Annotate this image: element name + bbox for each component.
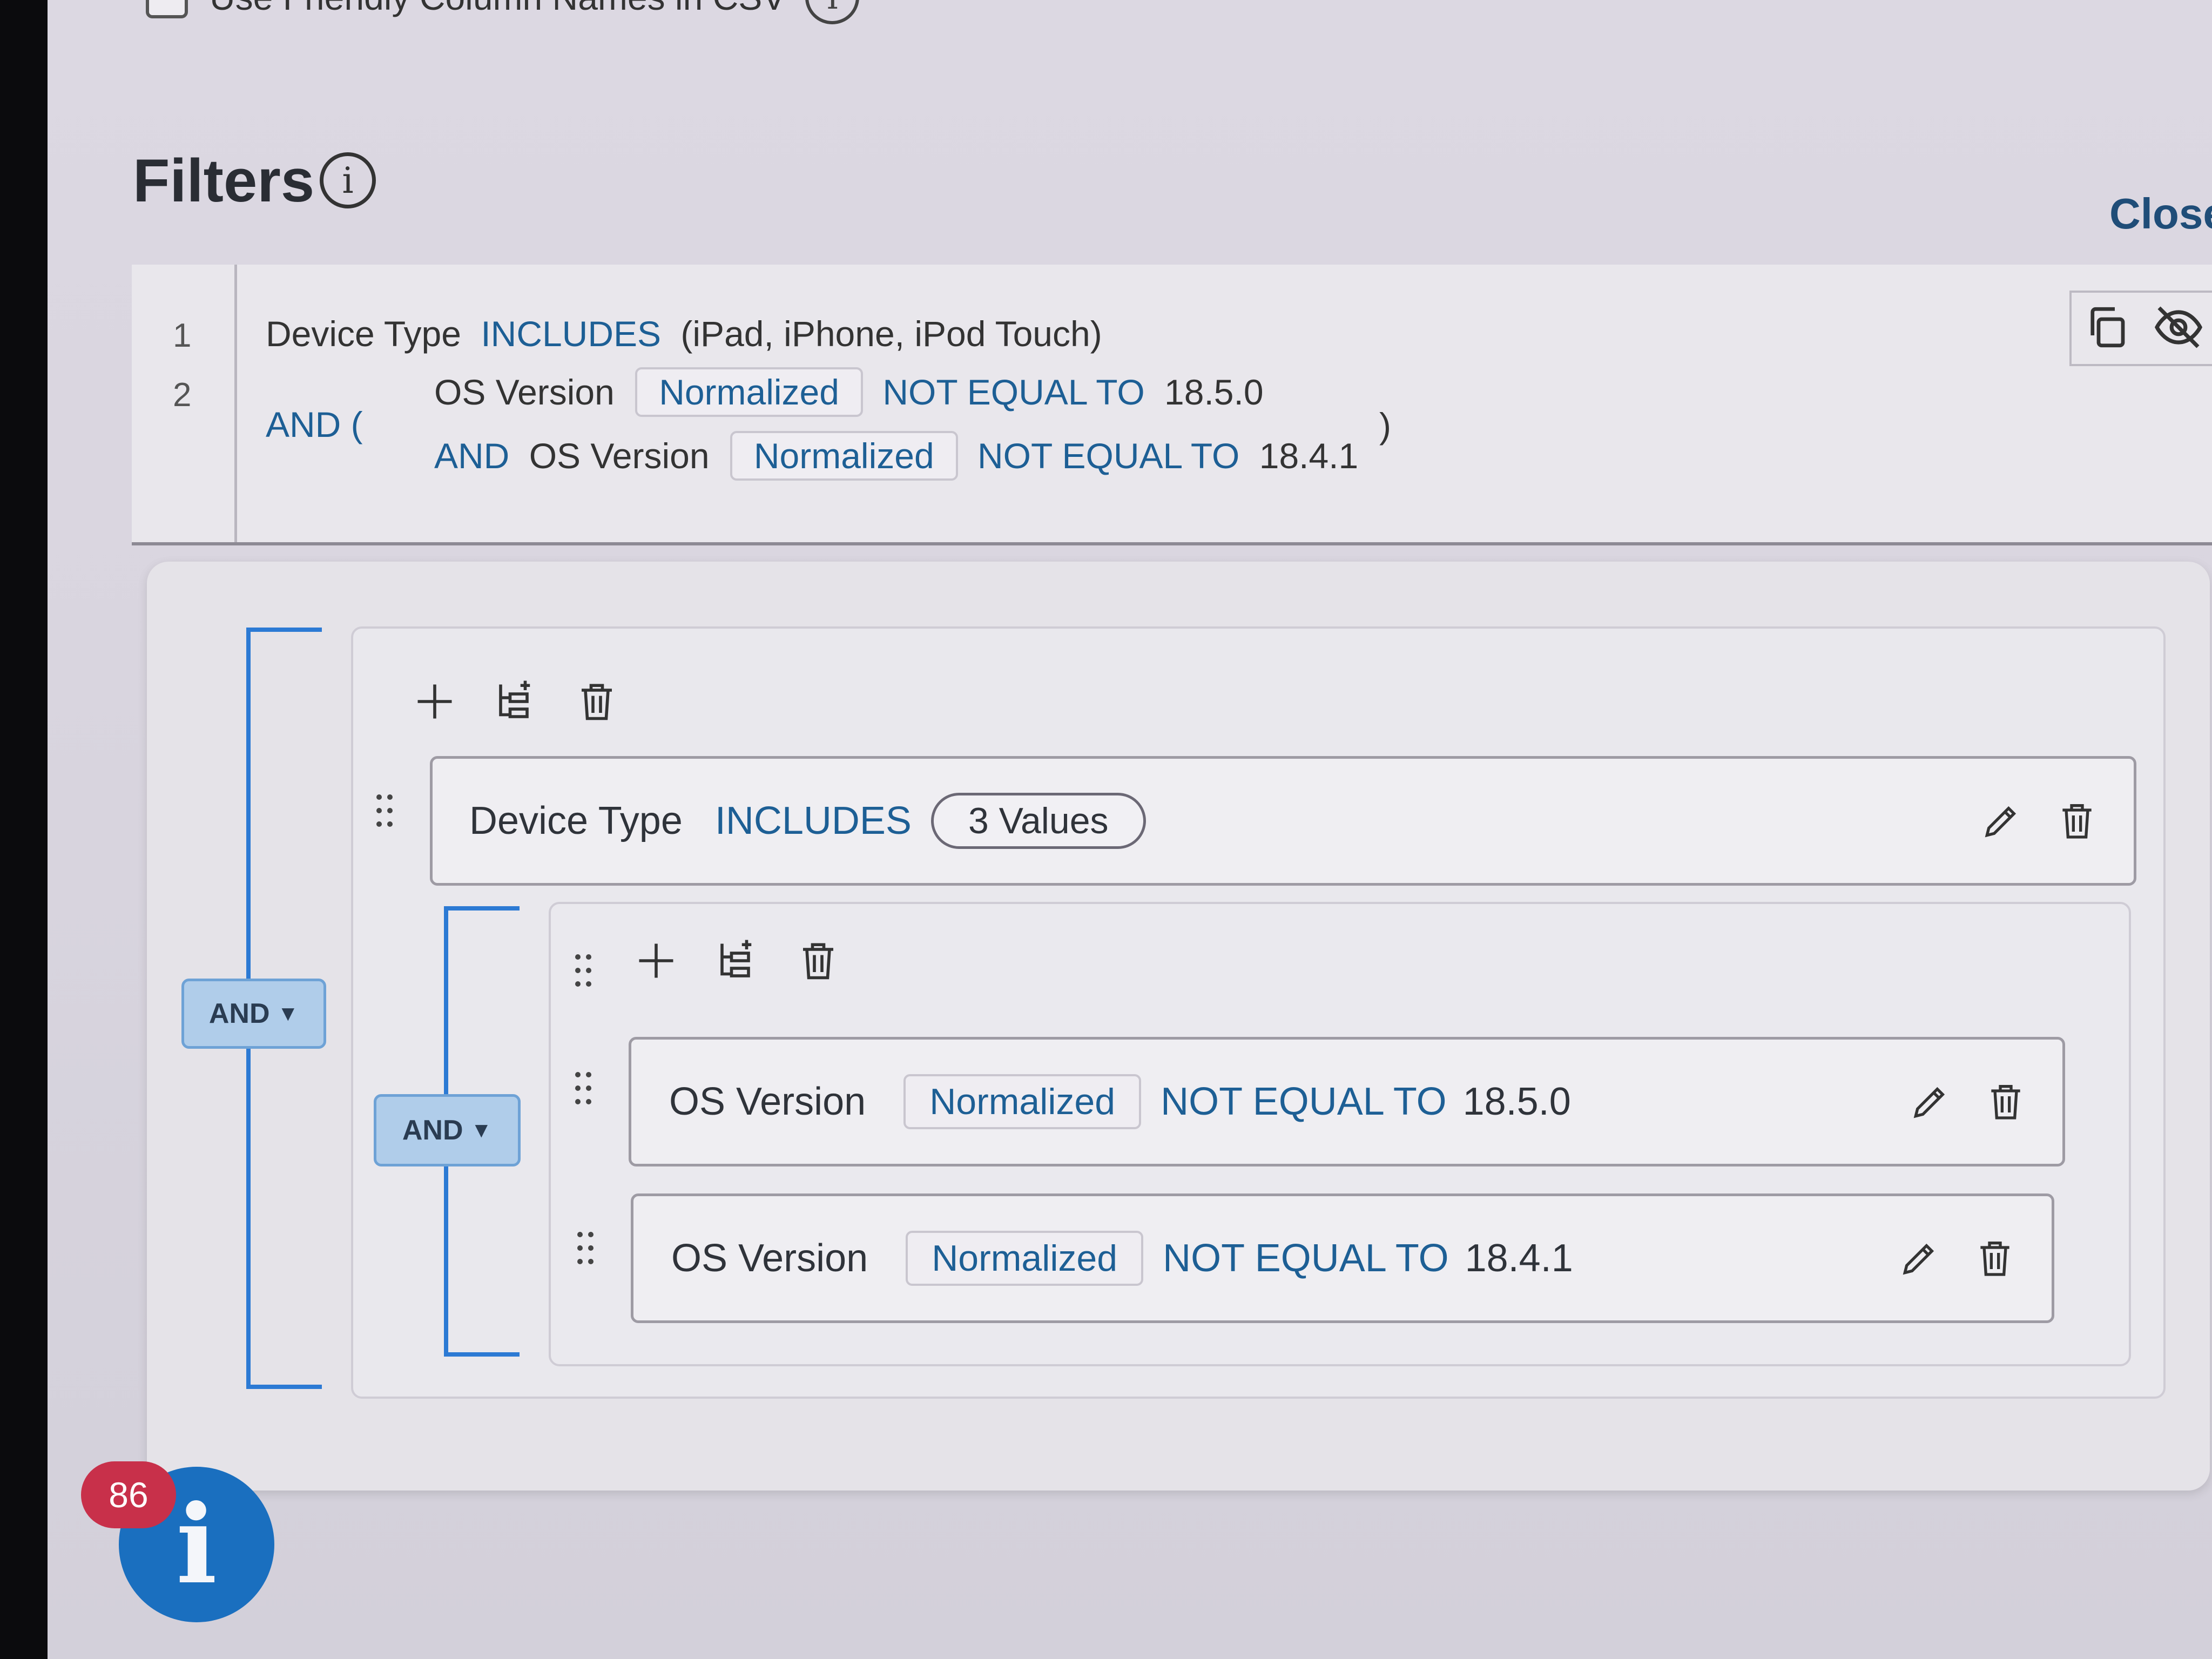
rule-field: OS Version [669,1080,866,1123]
normalized-chip: Normalized [906,1231,1144,1286]
summary-line-1: Device Type INCLUDES (iPad, iPhone, iPod… [266,313,1102,354]
rule-field: Device Type [469,799,683,842]
notification-count-badge: 86 [81,1461,176,1528]
summary-toolbar [2069,291,2212,366]
outer-and-operator-button[interactable]: AND ▼ [181,979,326,1049]
inner-group-toolbar [626,931,848,990]
summary-operator: NOT EQUAL TO [882,372,1145,412]
line-number-1: 1 [173,317,192,354]
summary-value: 18.5.0 [1164,372,1264,412]
summary-operator: NOT EQUAL TO [977,436,1240,476]
operator-label: AND [402,1115,463,1146]
operator-label: AND [208,998,270,1029]
friendly-names-checkbox[interactable] [146,0,188,18]
add-group-icon[interactable] [486,672,545,731]
device-type-rule: Device Type INCLUDES 3 Values [430,756,2136,886]
delete-group-icon[interactable] [788,931,848,990]
normalized-chip: Normalized [903,1074,1142,1129]
filter-summary-panel: 1 2 Device Type INCLUDES (iPad, iPhone, … [132,265,2212,545]
summary-and-prefix: AND ( [266,404,363,444]
caret-down-icon: ▼ [277,1001,299,1026]
line-number-2: 2 [173,376,192,414]
drag-handle-icon[interactable] [567,1064,599,1112]
close-button[interactable]: Close [2109,189,2212,239]
friendly-names-info-icon[interactable]: i [805,0,860,24]
outer-group-toolbar [405,672,626,731]
summary-conjunction: AND [434,436,510,476]
device-bezel [0,0,48,1659]
summary-field: OS Version [434,372,615,412]
add-rule-icon[interactable] [626,931,686,990]
os-version-rule: OS Version Normalized NOT EQUAL TO 18.4.… [631,1193,2054,1323]
add-group-icon[interactable] [707,931,767,990]
edit-pencil-icon[interactable] [1895,1234,1944,1283]
filters-title: Filters [133,147,315,214]
drag-handle-icon[interactable] [569,1224,602,1272]
summary-operator: INCLUDES [481,314,662,354]
rule-operator: NOT EQUAL TO [1163,1237,1449,1280]
normalized-chip: Normalized [635,367,863,417]
rule-actions [1977,797,2101,845]
summary-field: OS Version [529,436,710,476]
summary-close-paren: ) [1379,406,1391,446]
friendly-names-label: Use Friendly Column Names in CSV [210,0,786,18]
values-pill[interactable]: 3 Values [930,793,1146,849]
normalized-chip: Normalized [730,431,958,481]
rule-field: OS Version [671,1237,868,1280]
hide-eye-icon[interactable] [2153,301,2204,356]
edit-pencil-icon[interactable] [1977,797,2026,845]
copy-icon[interactable] [2082,303,2131,354]
rule-actions [1906,1077,2030,1126]
delete-trash-icon[interactable] [1971,1234,2019,1283]
summary-value: 18.4.1 [1259,436,1359,476]
rule-operator: NOT EQUAL TO [1161,1080,1447,1123]
inner-and-operator-button[interactable]: AND ▼ [374,1094,521,1166]
friendly-names-option: Use Friendly Column Names in CSV i [146,0,860,27]
summary-values: (iPad, iPhone, iPod Touch) [680,314,1102,354]
drag-handle-icon[interactable] [368,786,401,835]
delete-trash-icon[interactable] [1981,1077,2030,1126]
delete-trash-icon[interactable] [2053,797,2101,845]
rule-operator: INCLUDES [714,799,912,842]
summary-field: Device Type [266,314,461,354]
delete-group-icon[interactable] [567,672,626,731]
rule-value: 18.5.0 [1462,1080,1571,1123]
summary-line-2-row-1: OS Version Normalized NOT EQUAL TO 18.5.… [434,367,1264,417]
summary-line-2-row-2: AND OS Version Normalized NOT EQUAL TO 1… [434,431,1358,481]
add-rule-icon[interactable] [405,672,464,731]
filters-info-icon[interactable]: i [320,152,376,208]
rule-value: 18.4.1 [1465,1237,1573,1280]
rule-actions [1895,1234,2019,1283]
edit-pencil-icon[interactable] [1906,1077,1954,1126]
drag-handle-icon[interactable] [567,946,599,995]
caret-down-icon: ▼ [470,1118,493,1142]
os-version-rule: OS Version Normalized NOT EQUAL TO 18.5.… [629,1037,2065,1166]
